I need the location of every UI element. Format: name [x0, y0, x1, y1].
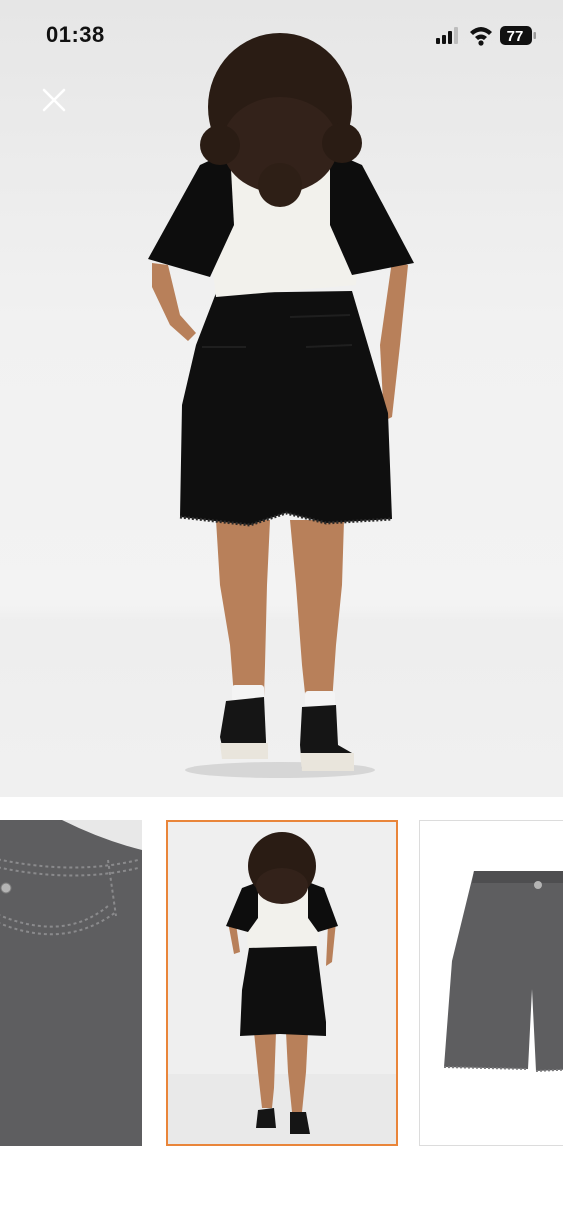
- thumbnail-flat-lay[interactable]: [419, 820, 563, 1146]
- close-button[interactable]: [38, 84, 70, 116]
- image-viewer: 01:38 77: [0, 0, 563, 797]
- thumbnail-strip: [0, 797, 563, 1219]
- main-product-photo: [130, 25, 430, 785]
- thumbnail-fabric-detail[interactable]: [0, 820, 142, 1146]
- status-icons: 77: [436, 24, 546, 50]
- thumbnail-model-back[interactable]: [166, 820, 398, 1146]
- close-icon: [42, 88, 66, 112]
- cellular-signal-icon: [436, 27, 458, 44]
- battery-icon: 77: [500, 26, 536, 45]
- status-time: 01:38: [46, 22, 105, 47]
- wifi-icon: [470, 27, 492, 46]
- battery-level-text: 77: [507, 28, 524, 45]
